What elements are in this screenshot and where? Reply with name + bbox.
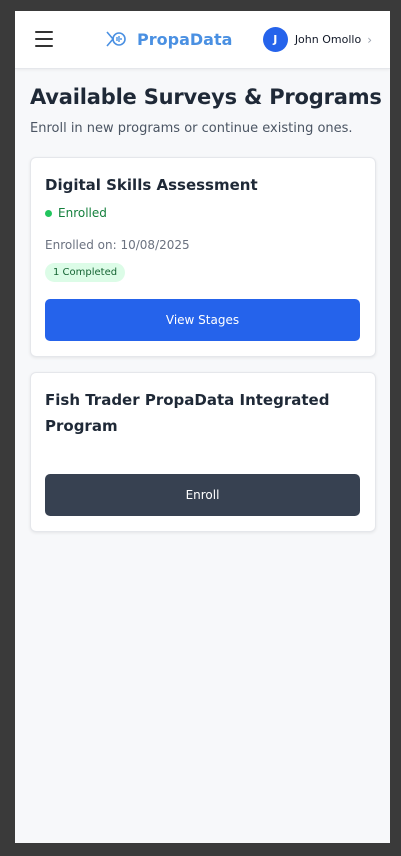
page-title: Available Surveys & Programs [30,85,382,109]
status-label: Enrolled [58,206,107,220]
avatar: J [262,27,288,52]
user-name: John Omollo [294,33,362,46]
completed-badge: 1 Completed [45,263,126,282]
brand-name: PropaData [137,29,233,49]
hamburger-icon[interactable] [35,31,53,47]
view-stages-button[interactable]: View Stages [45,299,360,341]
program-title: Digital Skills Assessment [45,176,258,194]
status-badge: Enrolled [45,206,107,220]
program-title: Fish Trader PropaData Integrated Program [45,391,330,435]
page-subtitle: Enroll in new programs or continue exist… [30,121,353,136]
program-card: Fish Trader PropaData Integrated Program… [30,372,376,532]
app-screen: PropaData J John Omollo › Available Surv… [15,11,390,843]
brand[interactable]: PropaData [105,28,232,50]
enroll-button[interactable]: Enroll [45,474,360,516]
status-dot-icon [45,209,52,217]
user-menu[interactable]: J John Omollo › [262,27,372,52]
program-card: Digital Skills Assessment Enrolled Enrol… [30,157,376,357]
chevron-right-icon: › [367,32,372,47]
top-header: PropaData J John Omollo › [15,11,390,69]
propadata-logo-icon [106,31,126,47]
enrolled-date: Enrolled on: 10/08/2025 [45,238,190,252]
